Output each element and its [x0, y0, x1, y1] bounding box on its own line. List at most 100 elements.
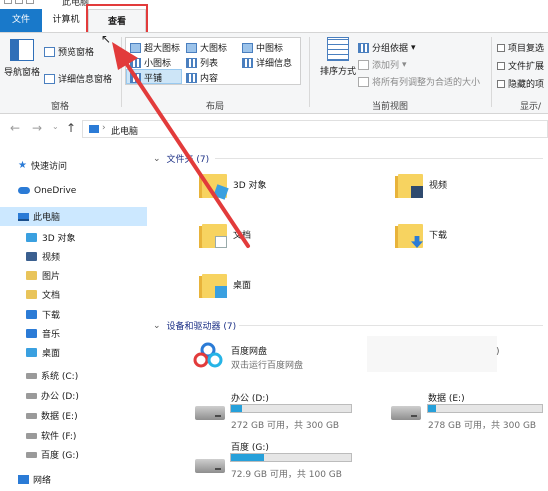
add-columns-button[interactable]: 添加列 ▾: [358, 58, 407, 71]
drive-usage-fill: [231, 454, 264, 461]
sort-by-button[interactable]: 排序方式: [315, 37, 361, 89]
drive-usage-bar: [427, 404, 543, 413]
layout-medium-icons[interactable]: 中图标: [242, 41, 283, 54]
sidebar-item-label: 文档: [42, 291, 61, 301]
details-pane-button[interactable]: 详细信息窗格: [44, 72, 112, 85]
sidebar-item-drive-d[interactable]: 办公 (D:): [0, 386, 147, 405]
downloads-folder-icon[interactable]: [395, 224, 423, 248]
preview-pane-button[interactable]: 预览窗格: [44, 45, 94, 58]
sidebar-item-label: 办公 (D:): [41, 392, 79, 402]
drive-name[interactable]: 百度 (G:): [231, 440, 269, 453]
sidebar-item-drive-f[interactable]: 软件 (F:): [0, 426, 147, 445]
sidebar-item-label: 网络: [33, 476, 52, 486]
drive-name[interactable]: 办公 (D:): [231, 391, 269, 404]
up-arrow-icon[interactable]: ↑: [66, 121, 76, 135]
checkbox: [497, 43, 505, 52]
sidebar-item-onedrive[interactable]: OneDrive: [0, 181, 147, 200]
drive-name[interactable]: 数据 (E:): [428, 391, 465, 404]
drive-icon: [26, 412, 37, 419]
tab-computer[interactable]: 计算机: [46, 9, 86, 32]
hidden-items-toggle[interactable]: 隐藏的项: [497, 77, 544, 90]
sidebar-item-videos[interactable]: 视频: [0, 247, 147, 266]
layout-content[interactable]: 内容: [186, 71, 218, 84]
sidebar-item-label: 桌面: [42, 349, 61, 359]
layout-small-icons[interactable]: 小图标: [130, 56, 171, 69]
network-icon: [18, 475, 29, 484]
drive-free-space: 272 GB 可用，共 300 GB: [231, 421, 340, 431]
recent-locations-chevron-icon[interactable]: ⌄: [52, 122, 59, 131]
layout-extra-large-icons[interactable]: 超大图标: [130, 41, 180, 54]
app-name[interactable]: 百度网盘: [231, 344, 267, 357]
videos-folder-icon[interactable]: [395, 174, 423, 198]
back-arrow-icon[interactable]: ←: [10, 121, 20, 135]
item-checkboxes-label: 项目复选: [508, 44, 545, 54]
3d-objects-folder-icon[interactable]: [199, 174, 229, 200]
sidebar-item-drive-e[interactable]: 数据 (E:): [0, 406, 147, 425]
folder-name[interactable]: 下载: [429, 228, 447, 241]
sidebar-item-this-pc[interactable]: 此电脑: [0, 207, 147, 226]
drive-free-space: 278 GB 可用，共 300 GB: [428, 421, 537, 431]
sidebar-item-3d-objects[interactable]: 3D 对象: [0, 228, 147, 247]
add-columns-label: 添加列: [372, 61, 400, 71]
nav-pane-button[interactable]: 导航窗格: [4, 39, 40, 89]
sidebar-item-documents[interactable]: 文档: [0, 285, 147, 304]
section-header-folders[interactable]: ⌄ 文件夹 (7): [153, 152, 209, 166]
hidden-items-label: 隐藏的项: [508, 80, 545, 90]
sidebar-item-network[interactable]: 网络: [0, 470, 147, 489]
quick-access-toolbar[interactable]: [4, 0, 54, 6]
drive-usage-bar: [230, 404, 352, 413]
file-extensions-toggle[interactable]: 文件扩展: [497, 59, 544, 72]
add-columns-icon: [358, 59, 369, 70]
sort-by-label: 排序方式: [319, 67, 356, 77]
item-checkboxes-toggle[interactable]: 项目复选: [497, 41, 544, 54]
layout-label: 中图标: [256, 44, 284, 54]
sidebar-item-downloads[interactable]: 下载: [0, 305, 147, 324]
chevron-down-icon: ⌄: [153, 320, 161, 331]
sidebar-item-drive-g[interactable]: 百度 (G:): [0, 445, 147, 464]
documents-folder-icon[interactable]: [199, 224, 227, 248]
group-by-button[interactable]: 分组依据 ▾: [358, 41, 416, 54]
section-header-devices[interactable]: ⌄ 设备和驱动器 (7): [153, 319, 236, 333]
group-label-show-hide: 显示/: [520, 102, 542, 112]
size-all-columns-button[interactable]: 将所有列调整为合适的大小: [358, 75, 480, 88]
chevron-down-icon: ⌄: [153, 153, 161, 164]
tab-file[interactable]: 文件: [0, 9, 42, 32]
videos-icon: [26, 252, 37, 261]
sidebar-item-label: OneDrive: [34, 185, 77, 196]
sidebar-item-desktop[interactable]: 桌面: [0, 343, 147, 362]
layout-label: 平铺: [144, 74, 163, 84]
folder-name[interactable]: 视频: [429, 178, 447, 191]
layout-details[interactable]: 详细信息: [242, 56, 292, 69]
sidebar-item-quick-access[interactable]: ★ 快速访问: [0, 156, 147, 175]
sidebar-item-pictures[interactable]: 图片: [0, 266, 147, 285]
folder-name[interactable]: 3D 对象: [233, 178, 267, 191]
sidebar-item-label: 软件 (F:): [41, 432, 77, 442]
layout-large-icons[interactable]: 大图标: [186, 41, 227, 54]
folder-name[interactable]: 文档: [233, 228, 251, 241]
baidu-netdisk-icon[interactable]: [193, 341, 223, 369]
desktop-folder-icon[interactable]: [199, 274, 227, 298]
nav-pane-icon: [10, 39, 34, 61]
blurred-item-tail: ): [496, 347, 500, 357]
breadcrumb-this-pc[interactable]: 此电脑: [111, 124, 138, 137]
sidebar-item-music[interactable]: 音乐: [0, 324, 147, 343]
layout-label: 小图标: [144, 59, 172, 69]
hard-drive-icon[interactable]: [391, 406, 421, 420]
checkbox: [497, 61, 505, 70]
sort-by-icon: [327, 37, 349, 61]
drive-icon: [26, 451, 37, 458]
address-field[interactable]: › 此电脑: [82, 120, 548, 138]
extra-large-icons-icon: [130, 42, 141, 53]
pc-icon: [18, 212, 29, 221]
sidebar-item-label: 视频: [42, 253, 61, 263]
desktop-icon: [26, 348, 37, 357]
sidebar-item-label: 此电脑: [33, 213, 61, 223]
forward-arrow-icon[interactable]: →: [32, 121, 42, 135]
hard-drive-icon[interactable]: [195, 406, 225, 420]
layout-list[interactable]: 列表: [186, 56, 218, 69]
sidebar-item-drive-c[interactable]: 系统 (C:): [0, 366, 147, 385]
folder-name[interactable]: 桌面: [233, 278, 251, 291]
hard-drive-icon[interactable]: [195, 459, 225, 473]
layout-tiles[interactable]: 平铺: [130, 71, 162, 84]
ribbon-separator: [121, 37, 122, 107]
